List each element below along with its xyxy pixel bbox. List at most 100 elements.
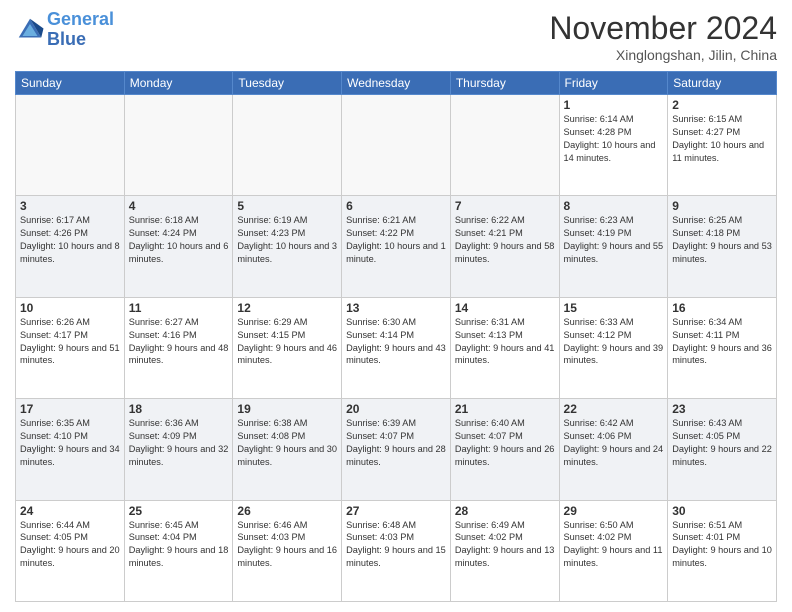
logo: General Blue <box>15 10 114 50</box>
calendar-day-cell: 8Sunrise: 6:23 AM Sunset: 4:19 PM Daylig… <box>559 196 668 297</box>
calendar-day-cell: 30Sunrise: 6:51 AM Sunset: 4:01 PM Dayli… <box>668 500 777 601</box>
day-info: Sunrise: 6:43 AM Sunset: 4:05 PM Dayligh… <box>672 417 772 469</box>
day-info: Sunrise: 6:46 AM Sunset: 4:03 PM Dayligh… <box>237 519 337 571</box>
header: General Blue November 2024 Xinglongshan,… <box>15 10 777 63</box>
day-number: 30 <box>672 504 772 518</box>
day-info: Sunrise: 6:36 AM Sunset: 4:09 PM Dayligh… <box>129 417 229 469</box>
calendar-day-cell: 13Sunrise: 6:30 AM Sunset: 4:14 PM Dayli… <box>342 297 451 398</box>
day-info: Sunrise: 6:33 AM Sunset: 4:12 PM Dayligh… <box>564 316 664 368</box>
day-info: Sunrise: 6:23 AM Sunset: 4:19 PM Dayligh… <box>564 214 664 266</box>
calendar-day-cell: 4Sunrise: 6:18 AM Sunset: 4:24 PM Daylig… <box>124 196 233 297</box>
day-number: 22 <box>564 402 664 416</box>
calendar-day-cell: 6Sunrise: 6:21 AM Sunset: 4:22 PM Daylig… <box>342 196 451 297</box>
day-number: 12 <box>237 301 337 315</box>
calendar-day-cell: 15Sunrise: 6:33 AM Sunset: 4:12 PM Dayli… <box>559 297 668 398</box>
day-info: Sunrise: 6:30 AM Sunset: 4:14 PM Dayligh… <box>346 316 446 368</box>
page: General Blue November 2024 Xinglongshan,… <box>0 0 792 612</box>
calendar-day-cell: 7Sunrise: 6:22 AM Sunset: 4:21 PM Daylig… <box>450 196 559 297</box>
calendar-day-cell <box>124 95 233 196</box>
calendar-week-row: 17Sunrise: 6:35 AM Sunset: 4:10 PM Dayli… <box>16 399 777 500</box>
day-info: Sunrise: 6:22 AM Sunset: 4:21 PM Dayligh… <box>455 214 555 266</box>
calendar-day-cell: 5Sunrise: 6:19 AM Sunset: 4:23 PM Daylig… <box>233 196 342 297</box>
logo-text: General Blue <box>47 10 114 50</box>
calendar-day-cell <box>16 95 125 196</box>
calendar-week-row: 3Sunrise: 6:17 AM Sunset: 4:26 PM Daylig… <box>16 196 777 297</box>
day-number: 11 <box>129 301 229 315</box>
day-info: Sunrise: 6:19 AM Sunset: 4:23 PM Dayligh… <box>237 214 337 266</box>
day-info: Sunrise: 6:35 AM Sunset: 4:10 PM Dayligh… <box>20 417 120 469</box>
calendar-day-cell <box>450 95 559 196</box>
calendar-day-cell: 14Sunrise: 6:31 AM Sunset: 4:13 PM Dayli… <box>450 297 559 398</box>
logo-icon <box>15 15 45 45</box>
day-info: Sunrise: 6:49 AM Sunset: 4:02 PM Dayligh… <box>455 519 555 571</box>
day-info: Sunrise: 6:21 AM Sunset: 4:22 PM Dayligh… <box>346 214 446 266</box>
day-info: Sunrise: 6:38 AM Sunset: 4:08 PM Dayligh… <box>237 417 337 469</box>
calendar-day-cell: 18Sunrise: 6:36 AM Sunset: 4:09 PM Dayli… <box>124 399 233 500</box>
calendar: SundayMondayTuesdayWednesdayThursdayFrid… <box>15 71 777 602</box>
day-number: 24 <box>20 504 120 518</box>
calendar-header-row: SundayMondayTuesdayWednesdayThursdayFrid… <box>16 72 777 95</box>
day-number: 7 <box>455 199 555 213</box>
calendar-week-row: 1Sunrise: 6:14 AM Sunset: 4:28 PM Daylig… <box>16 95 777 196</box>
day-number: 13 <box>346 301 446 315</box>
day-number: 20 <box>346 402 446 416</box>
day-info: Sunrise: 6:29 AM Sunset: 4:15 PM Dayligh… <box>237 316 337 368</box>
calendar-header-monday: Monday <box>124 72 233 95</box>
calendar-day-cell: 20Sunrise: 6:39 AM Sunset: 4:07 PM Dayli… <box>342 399 451 500</box>
day-info: Sunrise: 6:34 AM Sunset: 4:11 PM Dayligh… <box>672 316 772 368</box>
day-number: 2 <box>672 98 772 112</box>
calendar-day-cell: 24Sunrise: 6:44 AM Sunset: 4:05 PM Dayli… <box>16 500 125 601</box>
day-info: Sunrise: 6:31 AM Sunset: 4:13 PM Dayligh… <box>455 316 555 368</box>
calendar-header-friday: Friday <box>559 72 668 95</box>
day-number: 9 <box>672 199 772 213</box>
day-info: Sunrise: 6:18 AM Sunset: 4:24 PM Dayligh… <box>129 214 229 266</box>
day-number: 14 <box>455 301 555 315</box>
day-number: 4 <box>129 199 229 213</box>
day-number: 21 <box>455 402 555 416</box>
day-info: Sunrise: 6:50 AM Sunset: 4:02 PM Dayligh… <box>564 519 664 571</box>
day-info: Sunrise: 6:48 AM Sunset: 4:03 PM Dayligh… <box>346 519 446 571</box>
calendar-day-cell: 12Sunrise: 6:29 AM Sunset: 4:15 PM Dayli… <box>233 297 342 398</box>
day-info: Sunrise: 6:45 AM Sunset: 4:04 PM Dayligh… <box>129 519 229 571</box>
calendar-day-cell: 23Sunrise: 6:43 AM Sunset: 4:05 PM Dayli… <box>668 399 777 500</box>
calendar-day-cell: 29Sunrise: 6:50 AM Sunset: 4:02 PM Dayli… <box>559 500 668 601</box>
calendar-week-row: 10Sunrise: 6:26 AM Sunset: 4:17 PM Dayli… <box>16 297 777 398</box>
calendar-day-cell: 10Sunrise: 6:26 AM Sunset: 4:17 PM Dayli… <box>16 297 125 398</box>
day-number: 23 <box>672 402 772 416</box>
calendar-day-cell: 2Sunrise: 6:15 AM Sunset: 4:27 PM Daylig… <box>668 95 777 196</box>
day-info: Sunrise: 6:15 AM Sunset: 4:27 PM Dayligh… <box>672 113 772 165</box>
calendar-day-cell: 1Sunrise: 6:14 AM Sunset: 4:28 PM Daylig… <box>559 95 668 196</box>
day-number: 8 <box>564 199 664 213</box>
day-number: 28 <box>455 504 555 518</box>
day-info: Sunrise: 6:25 AM Sunset: 4:18 PM Dayligh… <box>672 214 772 266</box>
calendar-day-cell: 16Sunrise: 6:34 AM Sunset: 4:11 PM Dayli… <box>668 297 777 398</box>
day-info: Sunrise: 6:14 AM Sunset: 4:28 PM Dayligh… <box>564 113 664 165</box>
day-info: Sunrise: 6:44 AM Sunset: 4:05 PM Dayligh… <box>20 519 120 571</box>
day-number: 15 <box>564 301 664 315</box>
title-block: November 2024 Xinglongshan, Jilin, China <box>549 10 777 63</box>
calendar-day-cell: 25Sunrise: 6:45 AM Sunset: 4:04 PM Dayli… <box>124 500 233 601</box>
day-number: 29 <box>564 504 664 518</box>
day-number: 18 <box>129 402 229 416</box>
day-number: 17 <box>20 402 120 416</box>
calendar-header-thursday: Thursday <box>450 72 559 95</box>
calendar-day-cell <box>233 95 342 196</box>
calendar-day-cell: 22Sunrise: 6:42 AM Sunset: 4:06 PM Dayli… <box>559 399 668 500</box>
day-number: 27 <box>346 504 446 518</box>
day-number: 26 <box>237 504 337 518</box>
day-info: Sunrise: 6:27 AM Sunset: 4:16 PM Dayligh… <box>129 316 229 368</box>
day-number: 10 <box>20 301 120 315</box>
calendar-header-saturday: Saturday <box>668 72 777 95</box>
calendar-body: 1Sunrise: 6:14 AM Sunset: 4:28 PM Daylig… <box>16 95 777 602</box>
day-number: 19 <box>237 402 337 416</box>
day-info: Sunrise: 6:17 AM Sunset: 4:26 PM Dayligh… <box>20 214 120 266</box>
calendar-header-sunday: Sunday <box>16 72 125 95</box>
calendar-day-cell: 3Sunrise: 6:17 AM Sunset: 4:26 PM Daylig… <box>16 196 125 297</box>
month-title: November 2024 <box>549 10 777 47</box>
day-number: 5 <box>237 199 337 213</box>
day-info: Sunrise: 6:26 AM Sunset: 4:17 PM Dayligh… <box>20 316 120 368</box>
day-number: 1 <box>564 98 664 112</box>
day-number: 16 <box>672 301 772 315</box>
location: Xinglongshan, Jilin, China <box>549 47 777 63</box>
day-info: Sunrise: 6:42 AM Sunset: 4:06 PM Dayligh… <box>564 417 664 469</box>
